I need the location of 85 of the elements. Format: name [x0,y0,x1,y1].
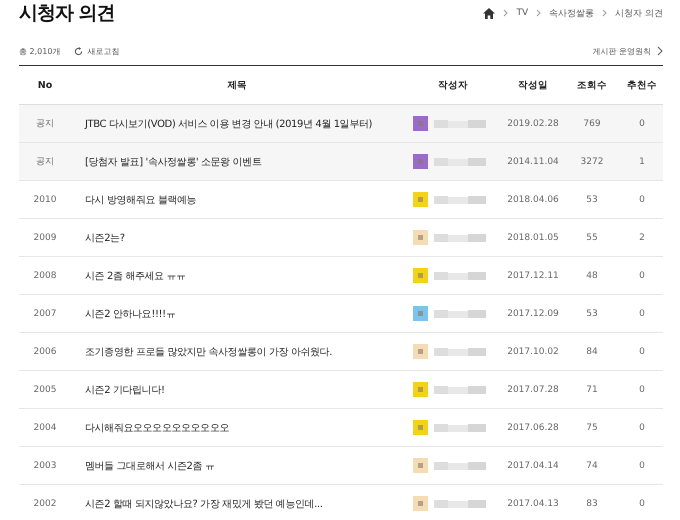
column-header: 추천수 [626,78,658,92]
post-number: 2004 [32,422,58,432]
view-count: 71 [585,384,599,394]
like-count: 0 [638,422,646,432]
post-title[interactable]: JTBC 다시보기(VOD) 서비스 이용 변경 안내 (2019년 4월 1일부터) [71,116,403,130]
post-number: 2006 [32,346,58,356]
like-count: 0 [638,194,646,204]
home-icon[interactable] [483,8,496,18]
post-date: 2017.04.14 [506,460,560,470]
post-number: 2003 [32,460,58,470]
post-title[interactable]: 다시 방영해줘요 블랙예능 [71,192,403,206]
post-row[interactable]: 2006 조기종영한 프로들 많았지만 속사정쌀롱이 가장 아쉬웠다. 2017.10.02 84 0 [19,333,663,371]
post-date: 2017.07.28 [506,384,560,394]
post-row[interactable]: 공지 JTBC 다시보기(VOD) 서비스 이용 변경 안내 (2019년 4월 1일부터) 2019.02.28 769 0 [19,105,663,143]
post-title[interactable]: 시즌 2좀 해주세요 ㅠㅠ [71,268,403,282]
post-row[interactable]: 2003 멤버들 그대로해서 시즌2좀 ㅠ 2017.04.14 74 0 [19,447,663,485]
post-date: 2018.04.06 [506,194,560,204]
post-title[interactable]: 조기종영한 프로들 많았지만 속사정쌀롱이 가장 아쉬웠다. [71,344,403,358]
chevron-icon [657,46,663,56]
view-count: 53 [585,308,599,318]
post-number: 2007 [32,308,58,318]
post-date: 2017.04.13 [506,498,560,508]
like-count: 0 [638,346,646,356]
total-count: 총 2,010개 [19,46,60,56]
post-title[interactable]: 시즌2는? [71,230,403,244]
chevron-icon [503,9,508,17]
view-count: 84 [585,346,599,356]
view-count: 53 [585,194,599,204]
post-number: 2002 [32,498,58,508]
post-row[interactable]: 2007 시즌2 안하나요!!!!ㅠ 2017.12.09 53 0 [19,295,663,333]
refresh-link[interactable]: 새로고침 [74,46,120,56]
post-row[interactable]: 2009 시즌2는? 2018.01.05 55 2 [19,219,663,257]
column-header: No [36,80,54,90]
post-date: 2017.06.28 [506,422,560,432]
breadcrumb-link[interactable]: TV [516,8,528,18]
like-count: 0 [638,308,646,318]
post-number: 2009 [32,232,58,242]
like-count: 0 [638,498,646,508]
chevron-icon [602,9,608,17]
view-count: 83 [585,498,599,508]
post-row[interactable]: 공지 [당첨자 발표] '속사정쌀롱' 소문왕 이벤트 2014.11.04 3272 1 [19,143,663,181]
refresh-icon [74,46,84,56]
chevron-icon [536,9,542,17]
post-date: 2017.12.09 [506,308,560,318]
view-count: 74 [585,460,599,470]
view-count: 3272 [580,156,604,166]
column-header: 제목 [226,78,248,92]
post-title[interactable]: 멤버들 그대로해서 시즌2좀 ㅠ [71,458,403,472]
page-title: 시청자 의견 [19,1,115,26]
post-number: 공지 [35,156,55,168]
column-header: 작성일 [517,78,549,92]
post-row[interactable]: 2010 다시 방영해줘요 블랙예능 2018.04.06 53 0 [19,181,663,219]
like-count: 2 [638,232,646,242]
view-count: 55 [585,232,599,242]
post-row[interactable]: 2004 다시해줘요오오오오오오오오오오 2017.06.28 75 0 [19,409,663,447]
post-row[interactable]: 2008 시즌 2좀 해주세요 ㅠㅠ 2017.12.11 48 0 [19,257,663,295]
post-number: 공지 [35,118,55,130]
post-title[interactable]: 시즌2 기다립니다! [71,382,403,396]
post-number: 2005 [32,384,58,394]
post-title[interactable]: 다시해줘요오오오오오오오오오오 [71,420,403,434]
view-count: 769 [582,118,602,128]
post-number: 2010 [32,194,58,204]
post-date: 2017.10.02 [506,346,560,356]
post-title[interactable]: 시즌2 안하나요!!!!ㅠ [71,306,403,320]
post-date: 2014.11.04 [506,156,560,166]
view-count: 48 [585,270,599,280]
post-title[interactable]: [당첨자 발표] '속사정쌀롱' 소문왕 이벤트 [71,154,403,168]
like-count: 0 [638,118,646,128]
like-count: 0 [638,384,646,394]
like-count: 1 [638,156,646,166]
column-header: 작성자 [437,78,469,92]
column-header: 조회수 [576,78,608,92]
rules-link[interactable]: 게시판 운영원칙 [592,46,663,56]
post-date: 2017.12.11 [506,270,560,280]
post-row[interactable]: 2002 시즌2 할때 되지않았나요? 가장 재밌게 봤던 예능인데... 2017.04.13 83 0 [19,485,663,520]
view-count: 75 [585,422,599,432]
like-count: 0 [638,270,646,280]
breadcrumb-link[interactable]: 시청자 의견 [615,6,663,20]
post-title[interactable]: 시즌2 할때 되지않았나요? 가장 재밌게 봤던 예능인데... [71,496,403,510]
breadcrumb-link[interactable]: 속사정쌀롱 [549,6,594,20]
post-date: 2019.02.28 [506,118,560,128]
post-number: 2008 [32,270,58,280]
post-row[interactable]: 2005 시즌2 기다립니다! 2017.07.28 71 0 [19,371,663,409]
post-date: 2018.01.05 [506,232,560,242]
like-count: 0 [638,460,646,470]
